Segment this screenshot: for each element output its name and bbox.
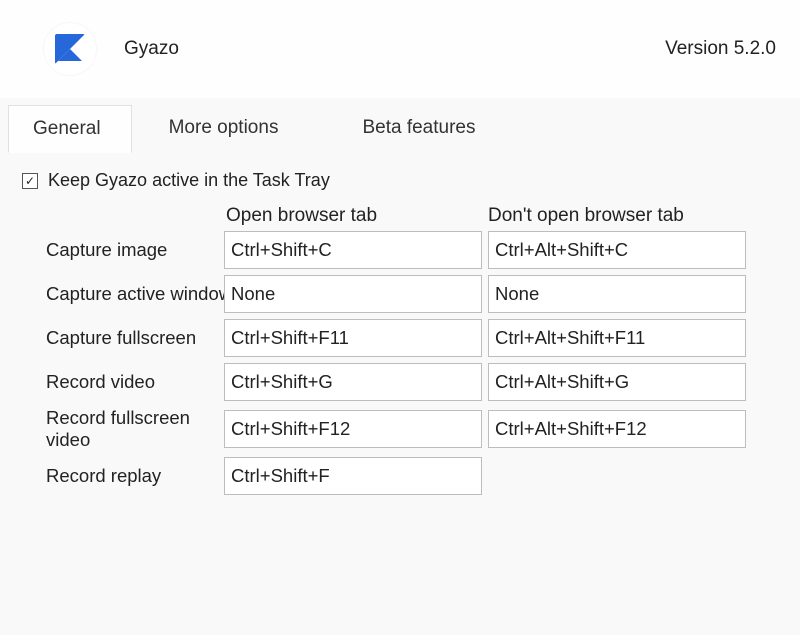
row-capture-fullscreen: Capture fullscreen Ctrl+Shift+F11 Ctrl+A… [46, 319, 780, 357]
shortcut-record-replay-open[interactable]: Ctrl+Shift+F [224, 457, 482, 495]
column-headers: Open browser tab Don't open browser tab [46, 205, 780, 227]
header: Gyazo Version 5.2.0 [0, 0, 800, 98]
keep-active-row: Keep Gyazo active in the Task Tray [22, 170, 780, 191]
col-dont-open-header: Don't open browser tab [486, 205, 748, 227]
col-open-header: Open browser tab [224, 205, 486, 227]
label-capture-image: Capture image [46, 239, 224, 261]
label-record-replay: Record replay [46, 465, 224, 487]
shortcut-capture-active-window-dont-open[interactable]: None [488, 275, 746, 313]
tabs: General More options Beta features [0, 98, 800, 152]
version-label: Version 5.2.0 [665, 38, 776, 60]
label-capture-active-window: Capture active window [46, 283, 224, 305]
keep-active-checkbox[interactable] [22, 173, 38, 189]
row-capture-active-window: Capture active window None None [46, 275, 780, 313]
app-name: Gyazo [124, 38, 179, 60]
keep-active-label: Keep Gyazo active in the Task Tray [48, 170, 330, 191]
tab-more-options[interactable]: More options [144, 104, 310, 152]
tab-general[interactable]: General [8, 105, 132, 153]
row-capture-image: Capture image Ctrl+Shift+C Ctrl+Alt+Shif… [46, 231, 780, 269]
label-record-fullscreen-video: Record fullscreen video [46, 407, 224, 451]
shortcut-record-fullscreen-video-open[interactable]: Ctrl+Shift+F12 [224, 410, 482, 448]
shortcut-capture-fullscreen-dont-open[interactable]: Ctrl+Alt+Shift+F11 [488, 319, 746, 357]
header-left: Gyazo [44, 23, 179, 75]
content: Keep Gyazo active in the Task Tray Open … [0, 152, 800, 495]
shortcut-capture-image-dont-open[interactable]: Ctrl+Alt+Shift+C [488, 231, 746, 269]
label-capture-fullscreen: Capture fullscreen [46, 327, 224, 349]
row-record-video: Record video Ctrl+Shift+G Ctrl+Alt+Shift… [46, 363, 780, 401]
shortcut-capture-active-window-open[interactable]: None [224, 275, 482, 313]
shortcut-record-video-dont-open[interactable]: Ctrl+Alt+Shift+G [488, 363, 746, 401]
shortcut-record-fullscreen-video-dont-open[interactable]: Ctrl+Alt+Shift+F12 [488, 410, 746, 448]
shortcut-record-video-open[interactable]: Ctrl+Shift+G [224, 363, 482, 401]
gyazo-logo-icon [44, 23, 96, 75]
shortcut-capture-image-open[interactable]: Ctrl+Shift+C [224, 231, 482, 269]
tab-beta-features[interactable]: Beta features [337, 104, 506, 152]
row-record-fullscreen-video: Record fullscreen video Ctrl+Shift+F12 C… [46, 407, 780, 451]
shortcut-capture-fullscreen-open[interactable]: Ctrl+Shift+F11 [224, 319, 482, 357]
row-record-replay: Record replay Ctrl+Shift+F [46, 457, 780, 495]
shortcut-grid: Open browser tab Don't open browser tab … [46, 205, 780, 495]
label-record-video: Record video [46, 371, 224, 393]
